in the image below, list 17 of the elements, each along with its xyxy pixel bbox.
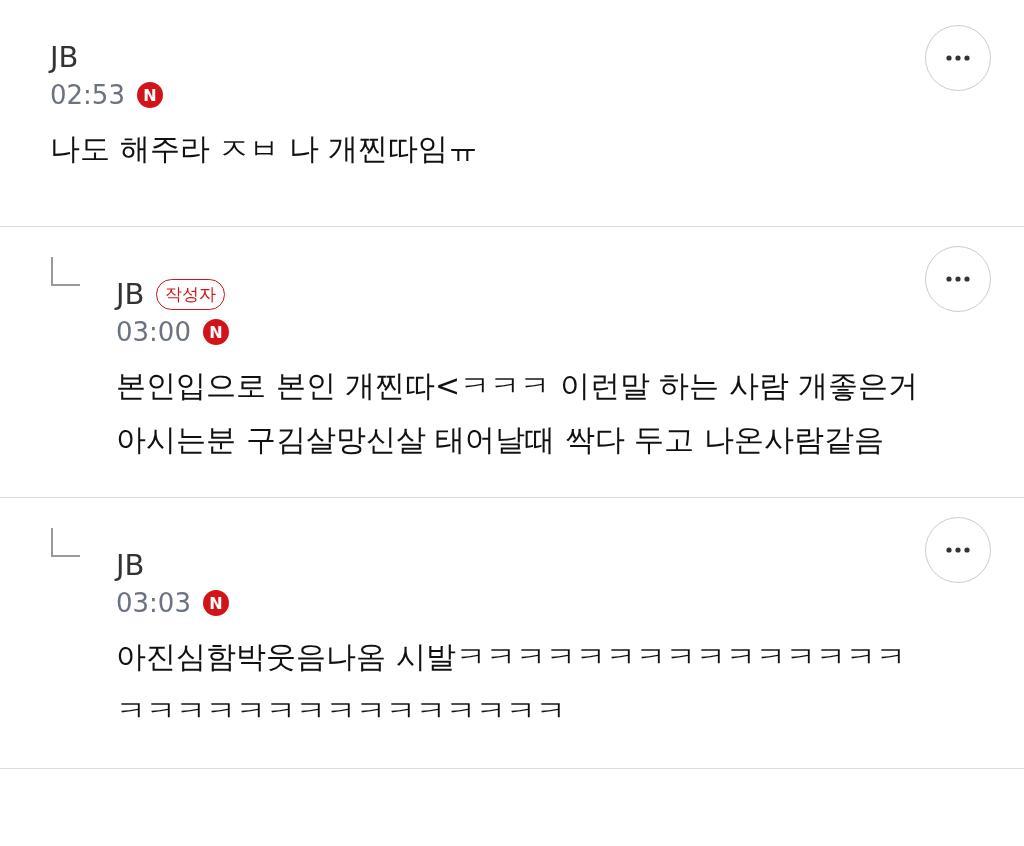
more-icon (946, 547, 970, 553)
platform-icon: N (202, 319, 229, 345)
comment-text: 나도 해주라 ㅈㅂ 나 개찐따임ㅠ (50, 130, 480, 168)
comment-text: 본인입으로 본인 개찐따<ㅋㅋㅋ 이런말 하는 사람 개좋은거아시는분 구김살망신살 태어날때 싹다 두고 나온사람같음 (116, 367, 920, 459)
more-icon (946, 55, 970, 61)
author-name: JB (116, 548, 145, 582)
reply-corner-icon (50, 257, 80, 287)
platform-icon: N (202, 590, 229, 616)
comment-text: 아진심함박웃음나옴 시발ㅋㅋㅋㅋㅋㅋㅋㅋㅋㅋㅋㅋㅋㅋㅋㅋㅋㅋㅋㅋㅋㅋㅋㅋㅋㅋㅋㅋㅋㅋ (116, 638, 907, 730)
comment-time: 02:53 (50, 80, 125, 110)
comment-time: 03:03 (116, 588, 191, 618)
reply-corner-icon (50, 528, 80, 558)
author-name: JB (50, 40, 79, 74)
author-name: JB (116, 277, 145, 311)
platform-icon: N (136, 82, 163, 108)
more-icon (946, 276, 970, 282)
comment-time: 03:00 (116, 317, 191, 347)
